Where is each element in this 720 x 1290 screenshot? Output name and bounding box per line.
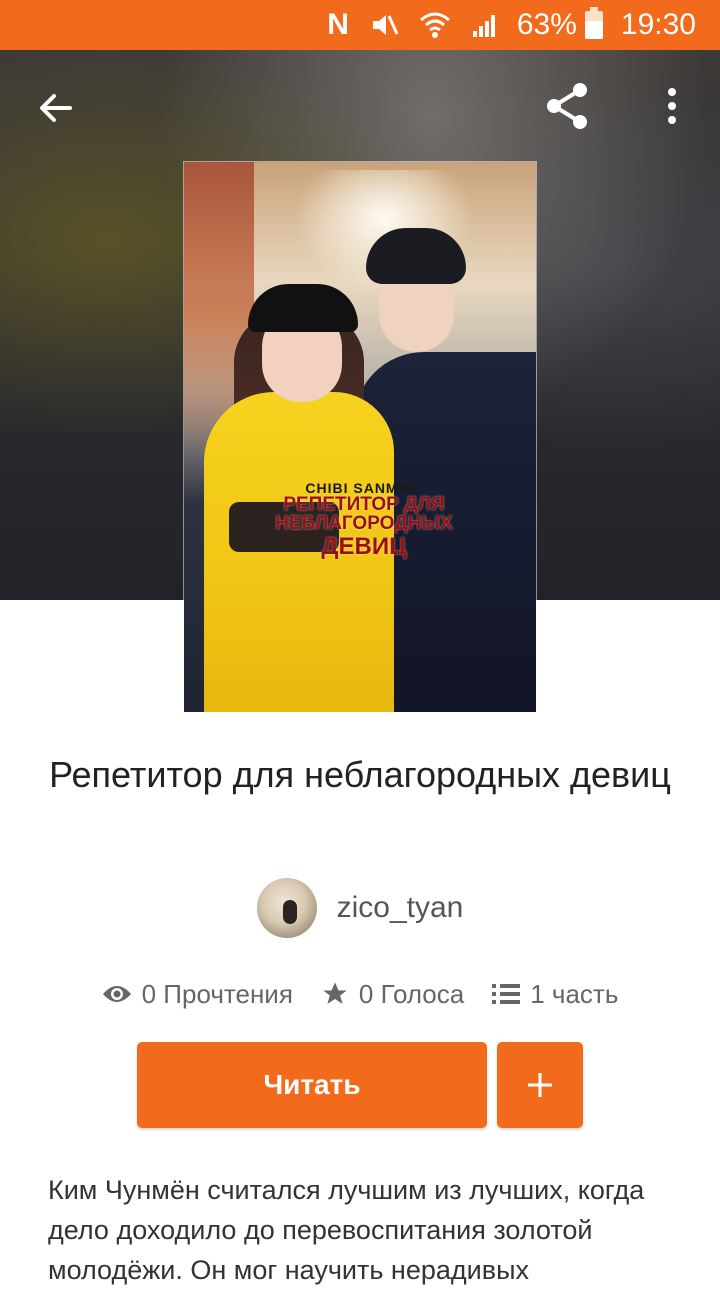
status-bar: N 63% 19:30 bbox=[0, 0, 720, 50]
reads-count: 0 Прочтения bbox=[141, 978, 293, 1009]
author-name[interactable]: zico_tyan bbox=[337, 891, 464, 925]
story-stats: 0 Прочтения 0 Голоса 1 часть bbox=[0, 970, 720, 1018]
cover-title-line: НЕБЛАГОРОДНЫХ bbox=[275, 513, 453, 534]
star-icon bbox=[323, 982, 347, 1004]
mute-icon bbox=[369, 10, 399, 40]
signal-icon bbox=[471, 11, 499, 39]
battery-percent: 63% bbox=[516, 8, 577, 41]
reads-stat: 0 Прочтения bbox=[102, 979, 293, 1010]
status-time: 19:30 bbox=[620, 8, 696, 41]
eye-icon bbox=[102, 986, 131, 1002]
share-icon bbox=[547, 83, 587, 129]
parts-stat: 1 часть bbox=[492, 979, 618, 1010]
wifi-icon bbox=[419, 11, 451, 39]
arrow-left-icon bbox=[40, 94, 72, 122]
author-avatar[interactable] bbox=[256, 878, 317, 938]
votes-count: 0 Голоса bbox=[358, 978, 465, 1009]
story-description: Ким Чунмён считался лучшим из лучших, ко… bbox=[48, 1175, 645, 1285]
more-vertical-icon bbox=[668, 88, 676, 124]
cover-title-text: РЕПЕТИТОР ДЛЯ НЕБЛАГОРОДНЫХ ДЕВИЦ bbox=[244, 495, 484, 561]
votes-stat: 0 Голоса bbox=[321, 979, 464, 1010]
parts-count: 1 часть bbox=[530, 978, 619, 1009]
story-title: Репетитор для неблагородных девиц bbox=[49, 754, 671, 795]
battery-icon bbox=[584, 7, 603, 39]
book-cover[interactable]: CHIBI SANMIN РЕПЕТИТОР ДЛЯ НЕБЛАГОРОДНЫХ… bbox=[184, 162, 536, 712]
plus-icon bbox=[528, 1073, 552, 1097]
back-button[interactable] bbox=[24, 76, 88, 140]
read-button[interactable]: Читать bbox=[137, 1042, 487, 1128]
more-options-button[interactable] bbox=[640, 74, 704, 138]
list-icon bbox=[492, 984, 521, 1004]
cover-title-line: РЕПЕТИТОР ДЛЯ bbox=[283, 494, 445, 515]
share-button[interactable] bbox=[536, 74, 600, 138]
author-row[interactable]: zico_tyan bbox=[0, 876, 720, 940]
cover-title-line: ДЕВИЦ bbox=[321, 533, 407, 560]
add-to-library-button[interactable] bbox=[497, 1042, 583, 1128]
nfc-icon: N bbox=[327, 8, 349, 41]
